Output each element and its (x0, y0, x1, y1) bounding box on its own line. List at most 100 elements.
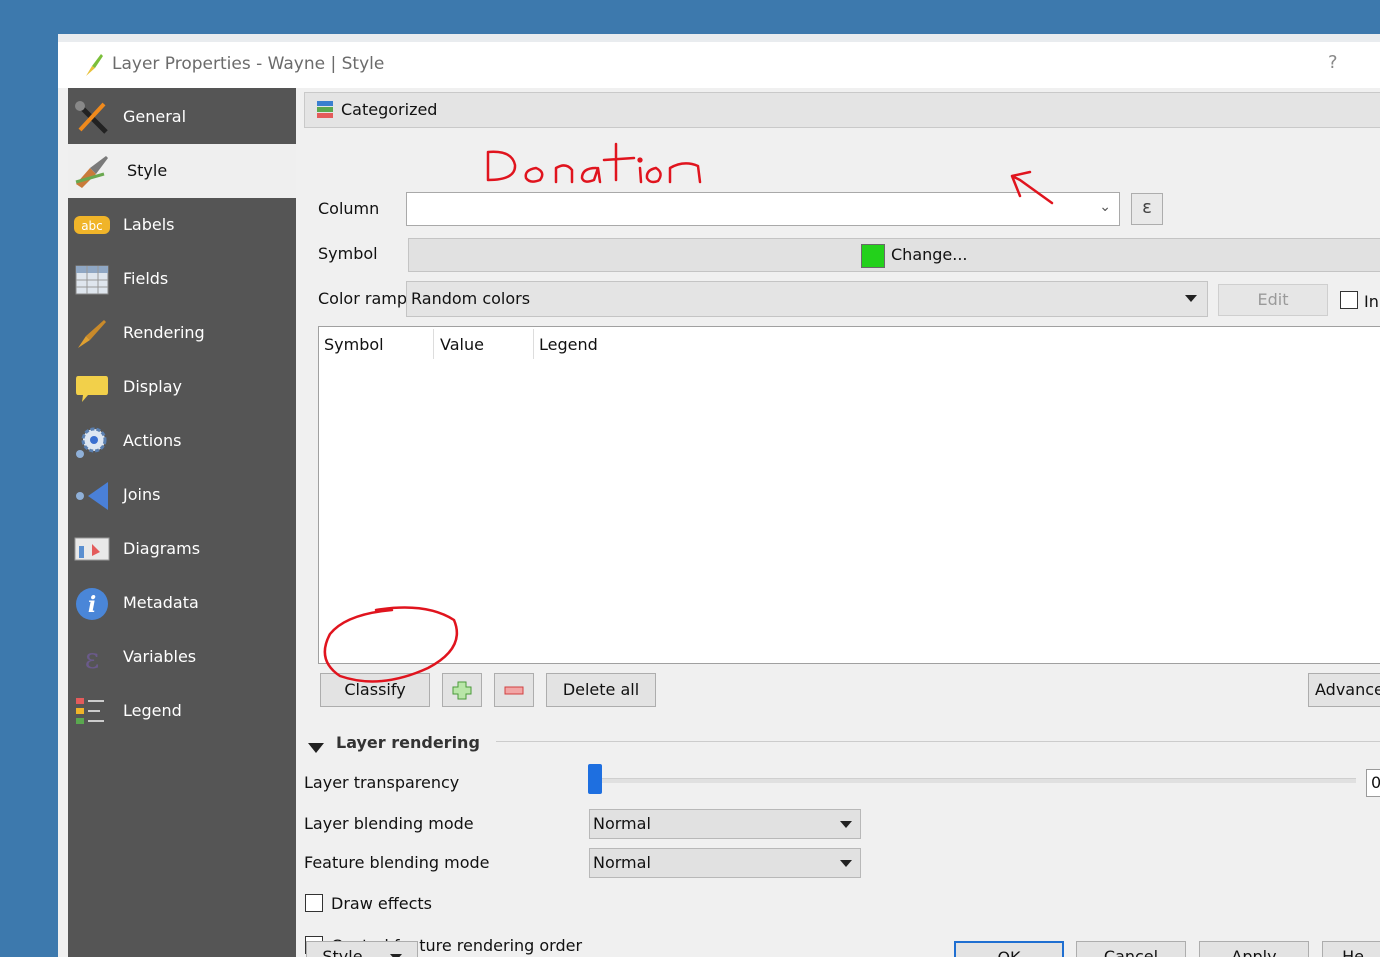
column-header-symbol[interactable]: Symbol (324, 335, 384, 354)
style-menu-button[interactable]: Style (306, 941, 418, 957)
renderer-label: Categorized (341, 100, 438, 119)
chevron-down-icon: ⌄ (1099, 199, 1111, 215)
minus-icon (504, 686, 524, 695)
help-button[interactable]: ? (1328, 52, 1338, 73)
collapse-triangle-icon[interactable] (308, 743, 324, 753)
plus-icon (452, 681, 472, 700)
symbol-label: Symbol (318, 244, 378, 263)
sidebar-item-label: Style (127, 161, 168, 180)
sidebar-item-labels[interactable]: abc Labels (68, 198, 296, 252)
style-panel: Categorized Column ⌄ ε Symbol Change... … (296, 88, 1380, 957)
sidebar-item-label: Diagrams (123, 539, 201, 558)
svg-text:i: i (88, 592, 96, 618)
transparency-slider-handle[interactable] (588, 764, 602, 794)
classify-button[interactable]: Classify (320, 673, 430, 707)
sidebar-item-label: Metadata (123, 593, 199, 612)
categorized-icon (317, 101, 333, 118)
color-ramp-select[interactable]: Random colors (406, 281, 1208, 317)
column-combo[interactable]: ⌄ (406, 192, 1120, 226)
sidebar-item-label: Joins (123, 485, 161, 504)
remove-class-button[interactable] (494, 673, 534, 707)
paintbrush-icon (75, 156, 108, 188)
svg-text:abc: abc (81, 219, 103, 233)
wrench-screwdriver-icon (75, 101, 108, 134)
symbol-change-button[interactable]: Change... (408, 238, 1380, 272)
blending-mode-label: Layer blending mode (304, 814, 474, 833)
add-class-button[interactable] (442, 673, 482, 707)
advanced-button[interactable]: Advance (1308, 673, 1380, 707)
delete-all-button[interactable]: Delete all (546, 673, 656, 707)
renderer-selector[interactable]: Categorized (304, 92, 1380, 128)
dropdown-arrow-icon (840, 860, 852, 867)
column-separator (433, 329, 434, 359)
column-separator (533, 329, 534, 359)
layer-blending-select[interactable]: Normal (589, 809, 861, 839)
sidebar-item-fields[interactable]: Fields (68, 252, 296, 306)
sidebar-item-label: General (123, 107, 187, 126)
symbol-change-label: Change... (891, 245, 968, 264)
sidebar-item-style[interactable]: Style (68, 144, 296, 198)
sidebar-item-legend[interactable]: Legend (68, 684, 296, 738)
table-icon (75, 265, 109, 295)
layer-properties-dialog: Layer Properties - Wayne | Style ? Gener… (58, 42, 1380, 957)
layer-rendering-header[interactable]: Layer rendering (336, 733, 480, 752)
speech-bubble-icon (76, 376, 108, 402)
feature-blending-value: Normal (593, 853, 651, 872)
sidebar-item-label: Variables (123, 647, 197, 666)
style-menu-label: Style (322, 947, 363, 957)
sidebar-item-label: Fields (123, 269, 169, 288)
column-label: Column (318, 199, 380, 218)
main-toolbar (58, 34, 1380, 42)
title-bar: Layer Properties - Wayne | Style ? (58, 42, 1380, 88)
svg-text:ε: ε (85, 642, 100, 675)
sidebar-item-label: Actions (123, 431, 182, 450)
join-arrow-icon (76, 482, 108, 510)
abc-label-icon: abc (74, 216, 110, 234)
info-icon: i (76, 588, 108, 620)
draw-effects-checkbox[interactable] (305, 894, 323, 912)
legend-icon (76, 698, 104, 724)
apply-button[interactable]: Apply (1199, 941, 1309, 957)
sidebar: General Style abc Labels Fields Renderin… (68, 88, 296, 957)
sidebar-item-diagrams[interactable]: Diagrams (68, 522, 296, 576)
sidebar-item-metadata[interactable]: i Metadata (68, 576, 296, 630)
sidebar-item-label: Rendering (123, 323, 205, 342)
help-dialog-button[interactable]: He (1322, 941, 1380, 957)
sidebar-item-actions[interactable]: Actions (68, 414, 296, 468)
sidebar-item-label: Labels (123, 215, 175, 234)
window-title: Layer Properties - Wayne | Style (112, 54, 385, 74)
color-ramp-label: Color ramp (318, 289, 407, 308)
expression-button[interactable]: ε (1131, 193, 1163, 225)
column-header-value[interactable]: Value (440, 335, 484, 354)
sidebar-item-joins[interactable]: Joins (68, 468, 296, 522)
transparency-label: Layer transparency (304, 773, 460, 792)
sidebar-item-display[interactable]: Display (68, 360, 296, 414)
sidebar-item-label: Legend (123, 701, 182, 720)
symbol-color-swatch (861, 244, 885, 268)
dropdown-arrow-icon (1185, 295, 1197, 302)
feature-blending-select[interactable]: Normal (589, 848, 861, 878)
section-divider (496, 741, 1380, 742)
gear-actions-icon (76, 427, 107, 458)
qgis-brush-icon (86, 54, 103, 76)
invert-label: In (1364, 292, 1379, 311)
categories-table[interactable]: Symbol Value Legend (318, 326, 1380, 664)
brush-icon (78, 320, 106, 348)
edit-ramp-button[interactable]: Edit (1218, 284, 1328, 316)
diagram-icon (74, 537, 110, 561)
transparency-spinbox[interactable]: 0 (1366, 769, 1380, 797)
sidebar-item-label: Display (123, 377, 182, 396)
sidebar-item-variables[interactable]: ε Variables (68, 630, 296, 684)
sidebar-item-rendering[interactable]: Rendering (68, 306, 296, 360)
sidebar-item-general[interactable]: General (68, 90, 296, 144)
feature-blending-label: Feature blending mode (304, 853, 490, 872)
draw-effects-label: Draw effects (331, 894, 432, 913)
cancel-button[interactable]: Cancel (1076, 941, 1186, 957)
column-header-legend[interactable]: Legend (539, 335, 598, 354)
transparency-slider[interactable] (592, 778, 1356, 783)
invert-checkbox[interactable] (1340, 291, 1358, 309)
layer-blending-value: Normal (593, 814, 651, 833)
color-ramp-value: Random colors (411, 289, 531, 308)
ok-button[interactable]: OK (954, 941, 1064, 957)
dropdown-arrow-icon (840, 821, 852, 828)
